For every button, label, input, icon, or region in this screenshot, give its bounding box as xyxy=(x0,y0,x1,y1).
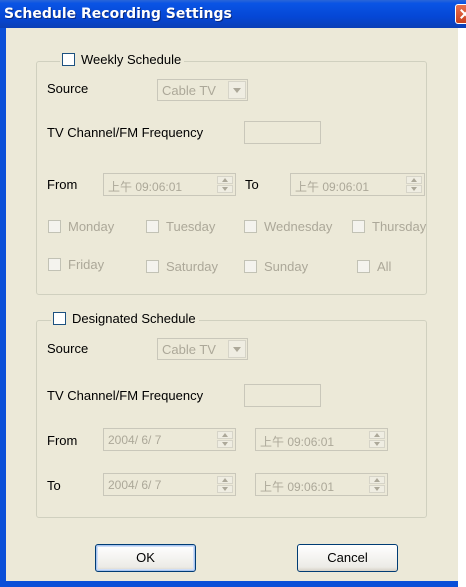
weekly-to-label: To xyxy=(245,177,259,192)
spin-up-icon[interactable] xyxy=(217,431,233,439)
day-label: Monday xyxy=(68,219,115,234)
ok-button[interactable]: OK xyxy=(95,544,196,572)
day-label: Thursday xyxy=(372,219,427,234)
weekly-to-spinner xyxy=(406,176,422,193)
spin-up-icon[interactable] xyxy=(406,176,422,184)
designated-to-date-value: 2004/ 6/ 7 xyxy=(108,478,162,492)
designated-channel-input[interactable] xyxy=(244,384,321,407)
designated-from-time-spinner xyxy=(369,431,385,448)
checkbox-box[interactable] xyxy=(352,220,365,233)
designated-source-value: Cable TV xyxy=(162,342,216,357)
designated-from-label: From xyxy=(47,433,78,448)
designated-to-time-value: 上午 09:06:01 xyxy=(260,480,335,494)
weekly-from-time-picker[interactable]: 上午 09:06:01 xyxy=(103,173,236,196)
checkbox-box[interactable] xyxy=(357,260,370,273)
designated-to-time-picker[interactable]: 上午 09:06:01 xyxy=(255,473,388,496)
day-checkbox-monday[interactable]: Monday xyxy=(48,219,114,234)
weekly-to-time-picker[interactable]: 上午 09:06:01 xyxy=(290,173,425,196)
designated-to-date-spinner xyxy=(217,476,233,493)
cancel-button[interactable]: Cancel xyxy=(297,544,398,572)
checkbox-box[interactable] xyxy=(48,258,61,271)
day-checkbox-all[interactable]: All xyxy=(357,259,391,274)
designated-from-date-value: 2004/ 6/ 7 xyxy=(108,433,162,447)
designated-source-label: Source xyxy=(47,341,89,356)
weekly-source-value: Cable TV xyxy=(162,83,216,98)
day-checkbox-sunday[interactable]: Sunday xyxy=(244,259,308,274)
designated-to-date-picker[interactable]: 2004/ 6/ 7 xyxy=(103,473,236,496)
day-checkbox-friday[interactable]: Friday xyxy=(48,257,104,272)
weekly-schedule-legend: Weekly Schedule xyxy=(60,50,185,68)
checkbox-box[interactable] xyxy=(244,220,257,233)
day-label: Friday xyxy=(68,257,105,272)
schedule-recording-dialog: Schedule Recording Settings Weekly Sched… xyxy=(0,0,466,587)
spin-down-icon[interactable] xyxy=(406,185,422,193)
spin-up-icon[interactable] xyxy=(217,476,233,484)
chevron-down-icon[interactable] xyxy=(228,81,246,99)
chevron-down-icon[interactable] xyxy=(228,340,246,358)
spin-up-icon[interactable] xyxy=(369,476,385,484)
day-label: Saturday xyxy=(166,259,219,274)
spin-down-icon[interactable] xyxy=(217,485,233,493)
spin-up-icon[interactable] xyxy=(217,176,233,184)
designated-source-select[interactable]: Cable TV xyxy=(157,338,248,360)
day-checkbox-wednesday[interactable]: Wednesday xyxy=(244,219,332,234)
window-title: Schedule Recording Settings xyxy=(4,6,232,22)
designated-channel-label: TV Channel/FM Frequency xyxy=(47,388,204,403)
weekly-schedule-checkbox[interactable] xyxy=(62,52,75,66)
designated-from-date-picker[interactable]: 2004/ 6/ 7 xyxy=(103,428,236,451)
designated-schedule-legend: Designated Schedule xyxy=(51,309,199,327)
weekly-from-time-value: 上午 09:06:01 xyxy=(108,180,183,194)
spin-down-icon[interactable] xyxy=(369,485,385,493)
day-checkbox-saturday[interactable]: Saturday xyxy=(146,259,218,274)
spin-down-icon[interactable] xyxy=(217,440,233,448)
weekly-from-spinner xyxy=(217,176,233,193)
designated-from-date-spinner xyxy=(217,431,233,448)
checkbox-box[interactable] xyxy=(146,260,159,273)
designated-schedule-checkbox[interactable] xyxy=(53,311,66,325)
day-label: Tuesday xyxy=(166,219,216,234)
window-border-bottom xyxy=(0,581,458,587)
weekly-from-label: From xyxy=(47,177,78,192)
weekly-source-label: Source xyxy=(47,81,89,96)
spin-down-icon[interactable] xyxy=(369,440,385,448)
spin-down-icon[interactable] xyxy=(217,185,233,193)
weekly-schedule-label: Weekly Schedule xyxy=(81,51,182,67)
day-checkbox-tuesday[interactable]: Tuesday xyxy=(146,219,215,234)
designated-from-time-value: 上午 09:06:01 xyxy=(260,435,335,449)
designated-to-time-spinner xyxy=(369,476,385,493)
checkbox-box[interactable] xyxy=(48,220,61,233)
designated-from-time-picker[interactable]: 上午 09:06:01 xyxy=(255,428,388,451)
day-label: Wednesday xyxy=(264,219,333,234)
window-border-right xyxy=(458,28,466,587)
checkbox-box[interactable] xyxy=(146,220,159,233)
weekly-to-time-value: 上午 09:06:01 xyxy=(295,180,370,194)
close-icon[interactable] xyxy=(455,4,466,24)
title-bar[interactable]: Schedule Recording Settings xyxy=(0,0,466,28)
checkbox-box[interactable] xyxy=(244,260,257,273)
designated-to-label: To xyxy=(47,478,61,493)
designated-schedule-label: Designated Schedule xyxy=(72,310,196,326)
day-checkbox-thursday[interactable]: Thursday xyxy=(352,219,426,234)
weekly-channel-input[interactable] xyxy=(244,121,321,144)
day-label: Sunday xyxy=(264,259,309,274)
weekly-channel-label: TV Channel/FM Frequency xyxy=(47,125,204,140)
day-label: All xyxy=(377,259,392,274)
weekly-source-select[interactable]: Cable TV xyxy=(157,79,248,101)
spin-up-icon[interactable] xyxy=(369,431,385,439)
